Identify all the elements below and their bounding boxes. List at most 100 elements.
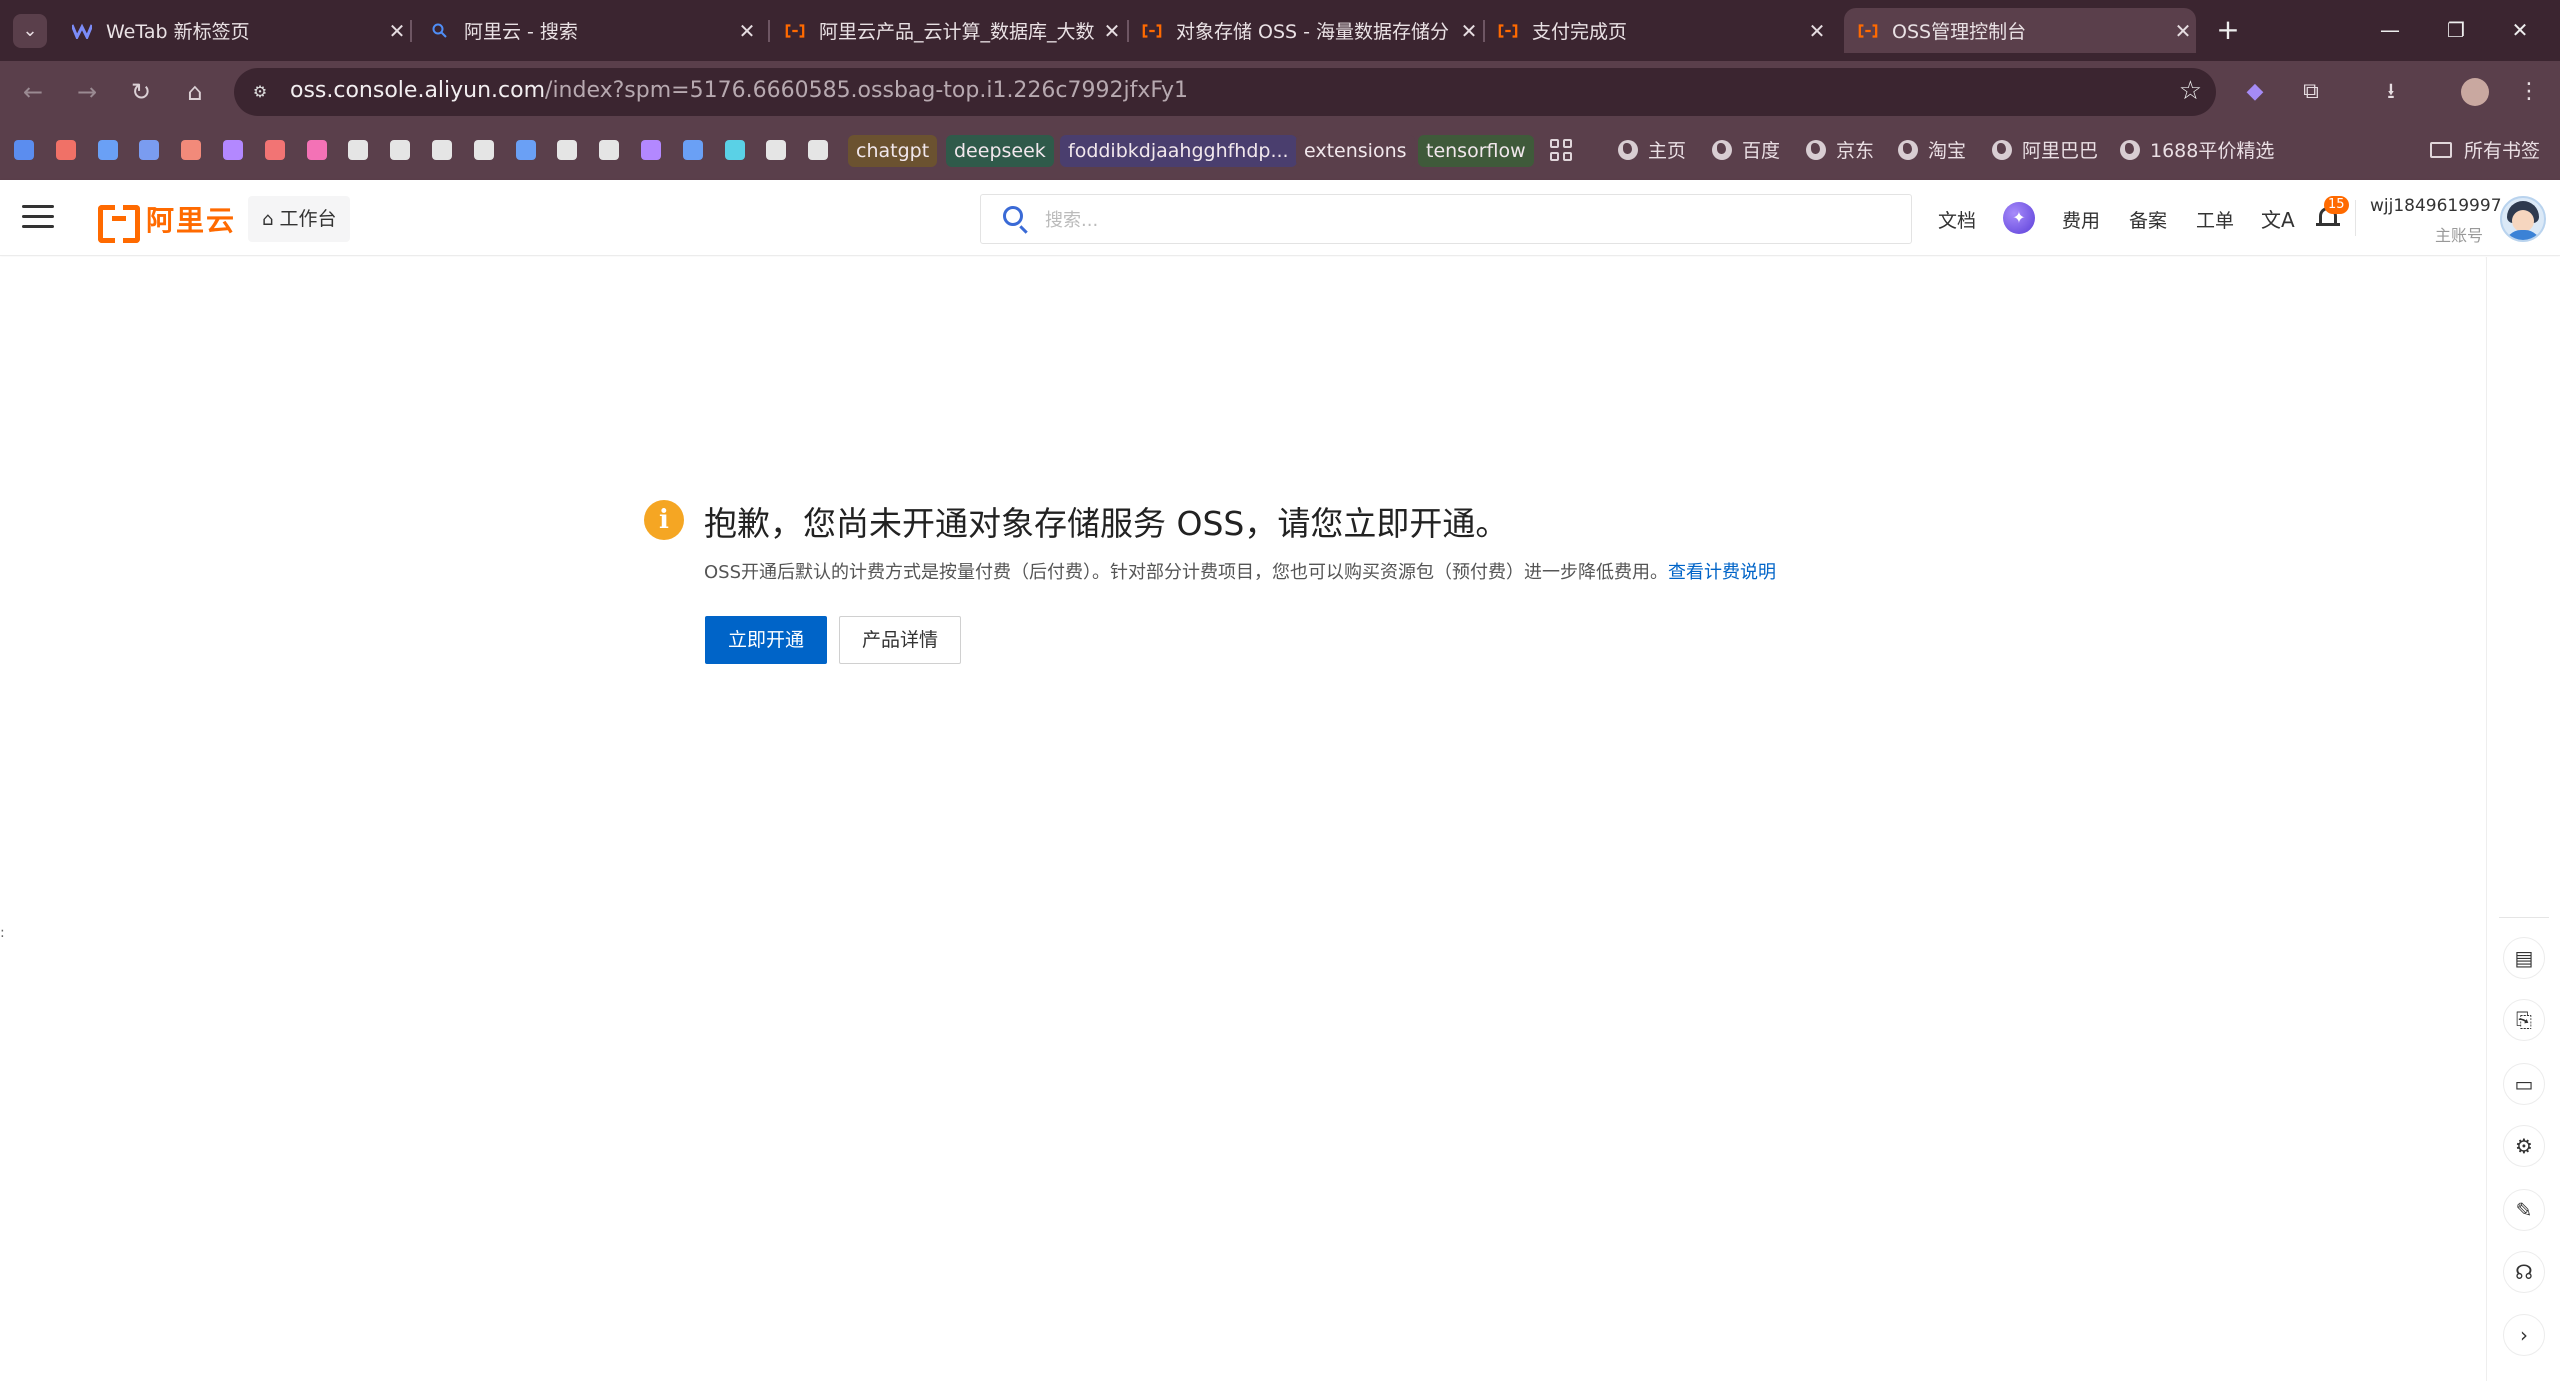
minimize-icon[interactable]: — [2370,12,2410,48]
address-bar[interactable]: ⚙ oss.console.aliyun.com/index?spm=5176.… [234,68,2216,116]
bookmark-site[interactable]: 京东 [1806,135,1874,167]
username[interactable]: wjj1849619997 [2370,196,2502,216]
chevron-right-icon[interactable]: › [2503,1314,2545,1356]
aliyun-logo-mark [98,205,140,243]
all-bookmarks-button[interactable]: 所有书签 [2430,135,2540,167]
bookmark-favicon-icon[interactable] [724,140,745,160]
menu-icon[interactable] [22,205,54,229]
bookmark-favicon-icon[interactable] [557,140,578,160]
terminal-icon[interactable]: ▭ [2503,1063,2545,1105]
restore-icon[interactable]: ❐ [2436,12,2476,48]
bookmark-favicon-icon[interactable] [55,140,76,160]
bookmark-favicon-icon[interactable] [641,140,661,160]
close-icon[interactable]: ✕ [384,19,410,43]
bookmark-extension-id[interactable]: foddibkdjaahgghfhdp... [1060,135,1297,167]
gear-icon[interactable]: ⚙ [2503,1125,2545,1167]
close-icon[interactable]: ✕ [2170,19,2196,43]
bookmark-favicon-icon[interactable] [264,140,285,160]
browser-tab-bar: ⌄ WeTab 新标签页 ✕ 阿里云 - 搜索 ✕ 阿里云产品_云计算_数据库_… [0,0,2560,61]
bookmark-site[interactable]: 淘宝 [1898,135,1966,167]
back-arrow-icon[interactable]: ← [14,73,52,111]
browser-tab-aliyun-products[interactable]: 阿里云产品_云计算_数据库_大数 ✕ [785,8,1125,53]
bookmark-site[interactable]: 百度 [1712,135,1780,167]
translate-icon[interactable]: 文A [2261,204,2295,233]
bookmark-favicon-icon[interactable] [14,140,34,160]
bookmark-extensions[interactable]: extensions [1296,135,1415,167]
browser-tab-aliyun-search[interactable]: 阿里云 - 搜索 ✕ [430,8,760,53]
reload-icon[interactable]: ↻ [122,73,160,111]
bookmark-favicon-icon[interactable] [473,140,494,160]
puzzle-icon[interactable]: ⧉ [2292,73,2330,111]
bookmark-site-label: 百度 [1742,140,1781,162]
bookmark-favicon-icon[interactable] [432,140,452,160]
bookmarks-bar: chatgpt deepseek foddibkdjaahgghfhdp... … [0,123,2560,180]
docs-link[interactable]: 文档 [1938,206,1976,233]
bookmark-favicon-icon[interactable] [139,140,160,160]
close-icon[interactable]: ✕ [1099,19,1125,43]
avatar[interactable] [2500,196,2546,242]
ticket-link[interactable]: 工单 [2196,206,2234,233]
more-menu-icon[interactable]: ⋮ [2510,73,2548,111]
bookmark-favicon-icon[interactable] [223,140,243,160]
billing-doc-link[interactable]: 查看计费说明 [1668,562,1776,583]
tab-divider [1127,20,1129,42]
console-search[interactable] [980,194,1912,244]
bookmark-favicon-icon[interactable] [682,140,703,160]
bookmark-site[interactable]: 阿里巴巴 [1992,135,2098,167]
bookmark-favicon-icon[interactable] [306,140,327,160]
tab-title: WeTab 新标签页 [106,21,250,43]
download-icon[interactable]: ⭳ [2372,73,2410,111]
home-icon[interactable]: ⌂ [176,73,214,111]
bookmark-favicon-icon[interactable] [348,140,369,160]
bookmark-tensorflow[interactable]: tensorflow [1418,135,1534,167]
browser-tab-wetab[interactable]: WeTab 新标签页 ✕ [70,8,410,53]
api-icon[interactable]: ⎘ [2503,999,2545,1041]
bookmark-favicon-icon[interactable] [808,140,829,160]
workbench-button[interactable]: ⌂ 工作台 [248,196,351,242]
workbench-label: 工作台 [279,208,337,230]
notice-description: OSS开通后默认的计费方式是按量付费（后付费）。针对部分计费项目，您也可以购买资… [704,558,1776,584]
site-info-icon[interactable]: ⚙ [248,80,272,104]
headset-icon[interactable]: ☊ [2503,1251,2545,1293]
aliyun-logo[interactable]: 阿里云 [98,202,236,243]
browser-tab-payment-complete[interactable]: 支付完成页 ✕ [1498,8,1830,53]
url-path: /index?spm=5176.6660585.ossbag-top.i1.22… [545,78,1189,103]
bookmark-favicon-icon[interactable] [390,140,411,160]
close-icon[interactable]: ✕ [1456,19,1482,43]
browser-tab-oss-product[interactable]: 对象存储 OSS - 海量数据存储分 ✕ [1142,8,1482,53]
search-input[interactable] [1045,205,1885,235]
globe-icon [1712,140,1732,160]
bookmark-site[interactable]: 主页 [1618,135,1686,167]
bookmark-deepseek[interactable]: deepseek [946,135,1054,167]
globe-icon [1806,140,1826,160]
browser-tab-oss-console[interactable]: OSS管理控制台 ✕ [1844,8,2196,53]
close-icon[interactable]: ✕ [1804,19,1830,43]
bookmark-favicon-icon[interactable] [181,140,202,160]
forward-arrow-icon[interactable]: → [68,73,106,111]
new-tab-button[interactable]: + [2210,12,2246,48]
extension-icon[interactable]: ◆ [2236,73,2274,111]
icp-filing-link[interactable]: 备案 [2129,206,2167,233]
activate-now-button[interactable]: 立即开通 [705,616,827,664]
close-window-icon[interactable]: ✕ [2500,12,2540,48]
url-host: oss.console.aliyun.com [290,78,546,103]
close-icon[interactable]: ✕ [734,19,760,43]
notification-badge: 15 [2324,196,2349,214]
wetab-icon [72,21,92,41]
address-url[interactable]: oss.console.aliyun.com/index?spm=5176.66… [290,78,1188,103]
bookmark-favicon-icon[interactable] [97,140,118,160]
ai-assistant-icon[interactable]: ✦ [2003,202,2035,234]
product-details-button[interactable]: 产品详情 [839,616,961,664]
edit-icon[interactable]: ✎ [2503,1189,2545,1231]
billing-link[interactable]: 费用 [2062,206,2100,233]
document-icon[interactable]: ▤ [2503,937,2545,979]
apps-grid-icon[interactable] [1550,139,1572,161]
profile-icon[interactable] [2456,73,2494,111]
bookmark-favicon-icon[interactable] [515,140,536,160]
tab-search-menu-button[interactable]: ⌄ [13,14,47,48]
bookmark-chatgpt[interactable]: chatgpt [848,135,938,167]
bookmark-site[interactable]: 1688平价精选 [2120,135,2274,167]
bookmark-favicon-icon[interactable] [599,140,620,160]
bookmark-favicon-icon[interactable] [766,140,787,160]
bookmark-star-icon[interactable]: ☆ [2179,76,2202,106]
